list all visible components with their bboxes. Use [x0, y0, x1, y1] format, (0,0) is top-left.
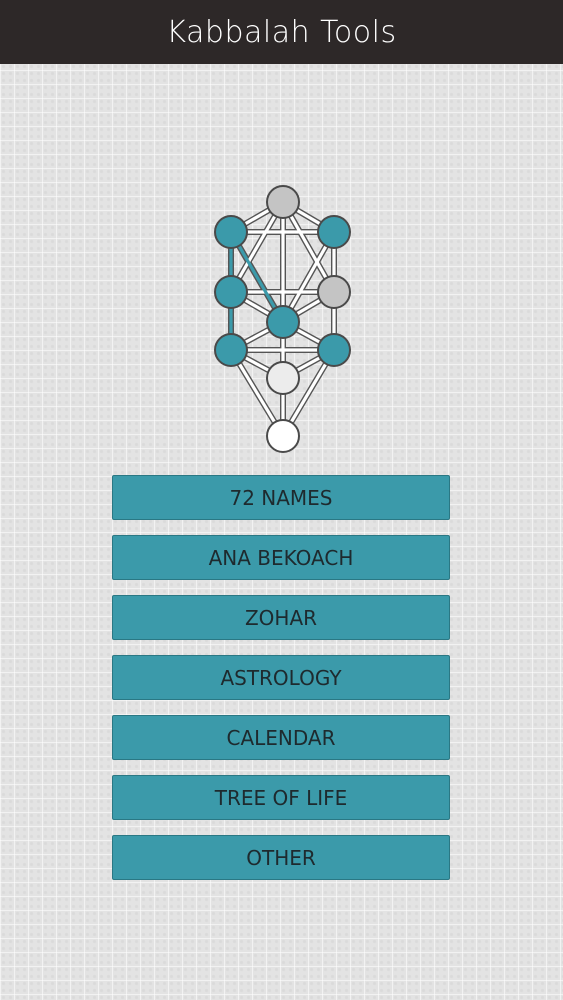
seventy-two-names-button[interactable]: 72 NAMES: [112, 475, 450, 520]
main-menu: 72 NAMES ANA BEKOACH ZOHAR ASTROLOGY CAL…: [112, 475, 450, 895]
other-button[interactable]: OTHER: [112, 835, 450, 880]
tree-of-life-icon: [205, 180, 360, 460]
ana-bekoach-button[interactable]: ANA BEKOACH: [112, 535, 450, 580]
app-title: Kabbalah Tools: [166, 14, 397, 50]
calendar-button[interactable]: CALENDAR: [112, 715, 450, 760]
tree-of-life-button[interactable]: TREE OF LIFE: [112, 775, 450, 820]
zohar-button[interactable]: ZOHAR: [112, 595, 450, 640]
app-header: Kabbalah Tools: [0, 0, 563, 64]
astrology-button[interactable]: ASTROLOGY: [112, 655, 450, 700]
